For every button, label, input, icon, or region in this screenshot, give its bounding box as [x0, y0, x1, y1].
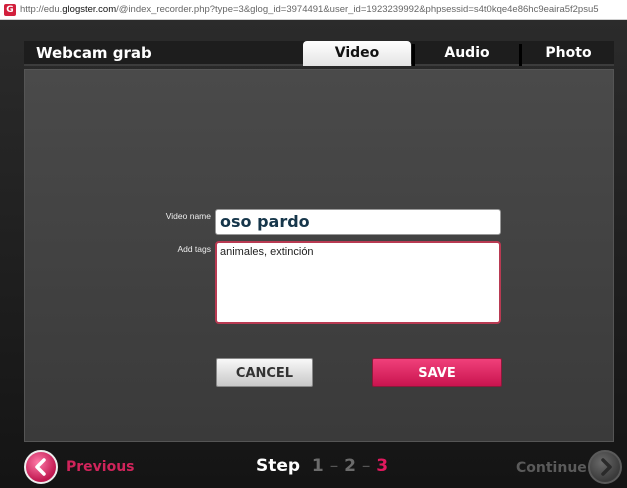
- previous-button[interactable]: [24, 450, 58, 484]
- save-button[interactable]: SAVE: [372, 358, 502, 387]
- video-name-label: Video name: [165, 211, 211, 221]
- step-2: 2: [344, 456, 356, 476]
- tab-photo[interactable]: Photo: [523, 41, 614, 66]
- arrow-left-icon: [35, 458, 46, 476]
- step-separator: –: [329, 456, 339, 476]
- continue-button[interactable]: [588, 450, 622, 484]
- previous-label[interactable]: Previous: [66, 459, 135, 475]
- step-3: 3: [376, 456, 389, 476]
- step-indicator: Step 1 – 2 – 3: [256, 456, 388, 476]
- cancel-button[interactable]: CANCEL: [216, 358, 313, 387]
- tab-video[interactable]: Video: [303, 41, 411, 66]
- step-label: Step: [256, 456, 301, 476]
- favicon-icon: G: [4, 3, 16, 16]
- tags-input[interactable]: animales, extinción: [215, 241, 501, 324]
- url-text: http://edu.glogster.com/@index_recorder.…: [20, 4, 599, 15]
- recorder-stage: Webcam grab Video Audio Photo Video name…: [0, 20, 627, 488]
- video-name-input[interactable]: oso pardo: [215, 209, 501, 235]
- video-form-panel: Video name oso pardo Add tags animales, …: [24, 69, 614, 442]
- header-bar: Webcam grab Video Audio Photo: [24, 41, 614, 66]
- step-1: 1: [311, 456, 324, 476]
- address-bar[interactable]: G http://edu.glogster.com/@index_recorde…: [0, 0, 627, 20]
- app-title: Webcam grab: [36, 44, 152, 62]
- step-navigation: Previous Step 1 – 2 – 3 Continue: [0, 448, 627, 488]
- step-separator: –: [361, 456, 371, 476]
- tab-divider: [412, 44, 415, 66]
- tab-audio[interactable]: Audio: [417, 41, 517, 66]
- tags-label: Add tags: [177, 244, 211, 254]
- continue-label[interactable]: Continue: [516, 460, 587, 476]
- tab-divider: [519, 44, 522, 66]
- arrow-right-icon: [601, 458, 612, 476]
